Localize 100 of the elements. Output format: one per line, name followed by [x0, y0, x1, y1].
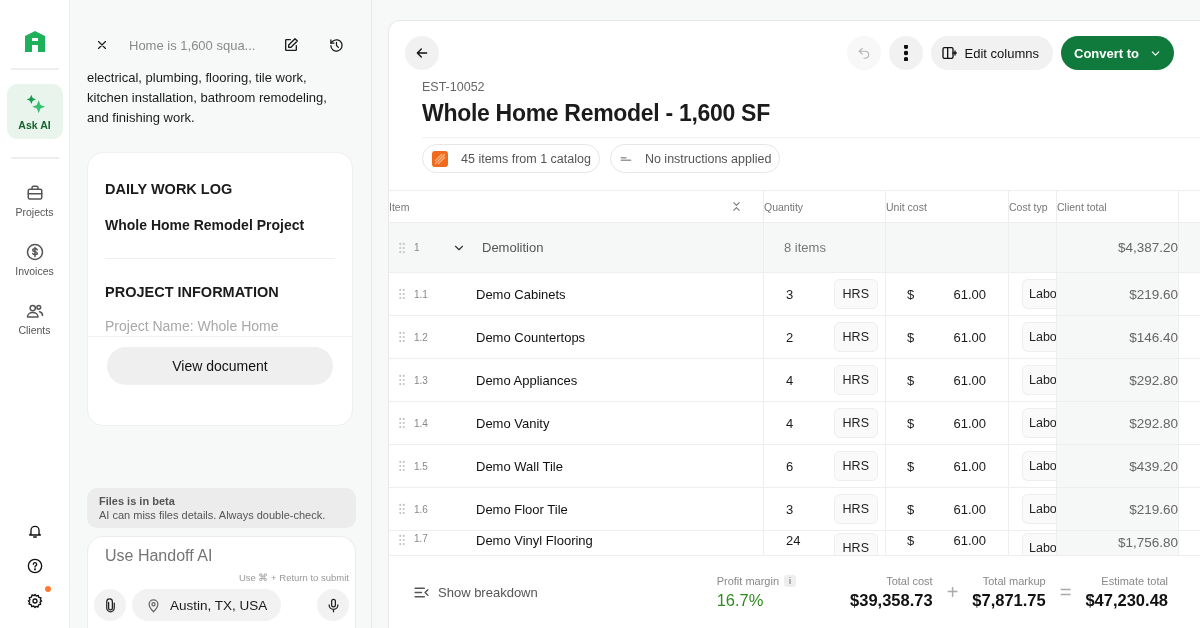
notice-title: Files is in beta — [99, 494, 176, 508]
edit-columns-button[interactable]: Edit columns — [930, 36, 1053, 70]
unit-button[interactable]: HRS — [833, 408, 878, 438]
convert-button[interactable]: Convert to — [1061, 36, 1174, 70]
nav-item[interactable]: Ask AI — [6, 84, 63, 139]
quantity-cell: 3 — [786, 286, 794, 302]
unit-cost-cell: 61.00 — [953, 329, 986, 345]
show-breakdown-button[interactable]: Show breakdown — [413, 583, 538, 601]
collapse-icon[interactable] — [730, 200, 743, 213]
location-button[interactable]: Austin, TX, USA — [132, 589, 282, 621]
quantity-cell: 4 — [786, 415, 794, 431]
column-header: Quantity — [764, 200, 804, 213]
client-total-cell: $219.60 — [1057, 488, 1179, 530]
undo-icon — [856, 46, 871, 60]
chat-message: electrical, plumbing, flooring, tile work, kitchen installation, bathroom remodeling, and finishing work. — [87, 69, 328, 127]
unit-button[interactable]: HRS — [833, 279, 878, 309]
unit-cost-cell: 61.00 — [953, 533, 986, 548]
row-number: 1.2 — [414, 331, 429, 343]
nav-item[interactable]: Invoices — [6, 232, 63, 287]
unit-cost-cell: 61.00 — [953, 415, 986, 431]
row-number: 1.4 — [414, 417, 429, 429]
cost-type-button[interactable]: Labo — [1022, 451, 1056, 481]
stat-value: $39,358.73 — [850, 590, 933, 610]
nav-item[interactable]: Projects — [6, 173, 63, 228]
currency-symbol: $ — [907, 286, 915, 302]
profit-margin-value: 16.7% — [716, 590, 764, 610]
unit-button[interactable]: HRS — [833, 451, 878, 481]
info-badge[interactable]: i — [784, 574, 797, 587]
stat-value: $47,230.48 — [1085, 590, 1168, 610]
item-count: 8 items — [784, 240, 826, 255]
unit-button[interactable]: HRS — [833, 365, 878, 395]
help-icon[interactable] — [26, 558, 43, 574]
unit-cost-cell: 61.00 — [953, 372, 986, 388]
dollar-icon — [25, 242, 44, 261]
column-header: Item — [389, 200, 410, 213]
document-text: Project Name: Whole Home — [105, 318, 280, 334]
filter-chip[interactable]: No instructions applied — [609, 144, 781, 173]
briefcase-icon — [25, 183, 44, 202]
unit-button[interactable]: HRS — [833, 322, 878, 352]
chat-title: Home is 1,600 squa... — [129, 37, 256, 53]
attach-button[interactable] — [94, 589, 126, 621]
settings-icon[interactable] — [26, 593, 43, 609]
edit-icon[interactable] — [283, 37, 300, 53]
item-name: Demo Cabinets — [476, 286, 566, 302]
item-name: Demo Vanity — [476, 415, 550, 431]
back-button[interactable] — [405, 36, 439, 70]
row-number: 1.7 — [414, 533, 429, 544]
document-heading: DAILY WORK LOG — [105, 181, 234, 197]
client-total-cell: $219.60 — [1057, 273, 1179, 315]
quantity-cell: 24 — [786, 533, 801, 548]
view-document-button[interactable]: View document — [107, 347, 333, 385]
row-number: 1.1 — [414, 288, 429, 300]
cost-type-button[interactable]: Labo — [1022, 279, 1056, 309]
microphone-button[interactable] — [317, 589, 349, 621]
currency-symbol: $ — [907, 415, 915, 431]
section-heading: PROJECT INFORMATION — [105, 284, 280, 300]
columns-icon — [940, 45, 957, 61]
currency-symbol: $ — [907, 458, 915, 474]
client-total-cell: $292.80 — [1057, 402, 1179, 444]
cost-type-button[interactable]: Labo — [1022, 322, 1056, 352]
back-arrow-icon — [414, 45, 430, 61]
currency-symbol: $ — [907, 501, 915, 517]
nav-item[interactable]: Clients — [6, 291, 63, 346]
pin-icon — [146, 597, 161, 613]
currency-symbol: $ — [907, 329, 915, 345]
bell-icon[interactable] — [26, 523, 43, 539]
stat-label: Estimate total — [1101, 574, 1168, 587]
submit-hint: Use ⌘ + Return to submit — [238, 572, 349, 583]
stat-label: Profit margin — [716, 574, 780, 587]
cost-type-button[interactable]: Labo — [1022, 365, 1056, 395]
item-name: Demo Vinyl Flooring — [476, 533, 593, 548]
close-icon[interactable] — [95, 38, 109, 52]
quantity-cell: 4 — [786, 372, 794, 388]
quantity-cell: 6 — [786, 458, 794, 474]
estimate-id: EST-10052 — [422, 80, 486, 94]
cost-type-button[interactable]: Labo — [1022, 494, 1056, 524]
item-name: Demo Countertops — [476, 329, 586, 345]
unit-button[interactable]: HRS — [833, 533, 878, 555]
client-total-cell: $146.40 — [1057, 316, 1179, 358]
cost-type-button[interactable]: Labo — [1022, 408, 1056, 438]
stat-label: Total cost — [886, 574, 933, 587]
plus-sign: + — [946, 580, 959, 604]
quantity-cell: 3 — [786, 501, 794, 517]
unit-button[interactable]: HRS — [833, 494, 878, 524]
item-name: Demo Appliances — [476, 372, 578, 388]
estimate-title: Whole Home Remodel - 1,600 SF — [422, 100, 1200, 138]
row-number: 1.3 — [414, 374, 429, 386]
currency-symbol: $ — [907, 533, 915, 548]
quantity-cell: 2 — [786, 329, 794, 345]
column-header: Unit cost — [886, 200, 927, 213]
cost-type-button[interactable]: Labo — [1022, 533, 1056, 555]
logo-icon[interactable] — [22, 30, 47, 54]
group-name: Demolition — [482, 240, 544, 255]
history-icon[interactable] — [329, 37, 345, 53]
more-button[interactable] — [888, 36, 923, 70]
filter-chip[interactable]: 45 items from 1 catalog — [422, 144, 600, 173]
equals-sign: = — [1059, 580, 1072, 604]
unit-cost-cell: 61.00 — [953, 501, 986, 517]
row-number: 1.6 — [414, 503, 429, 515]
message-input[interactable]: Use Handoff AI — [105, 547, 305, 565]
